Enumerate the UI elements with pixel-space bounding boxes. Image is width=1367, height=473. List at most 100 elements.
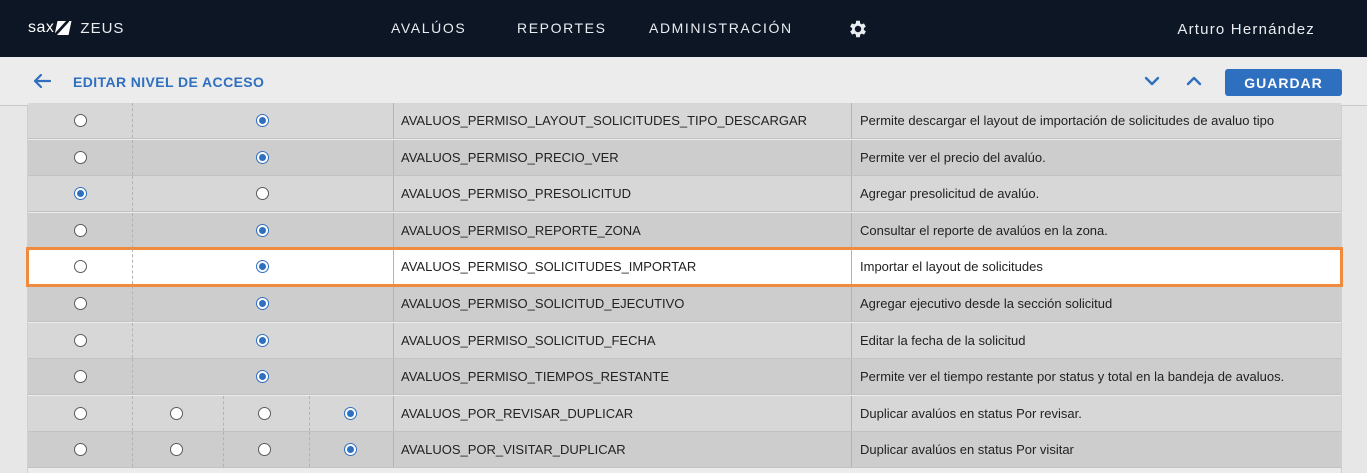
- nav-item-administracion[interactable]: ADMINISTRACIÓN: [649, 20, 793, 36]
- cell-divider: [132, 249, 133, 285]
- cell-divider: [393, 395, 394, 431]
- permission-description: Agregar ejecutivo desde la sección solic…: [860, 296, 1113, 311]
- cell-divider: [393, 139, 394, 175]
- permission-description: Importar el layout de solicitudes: [860, 259, 1043, 275]
- table-row: AVALUOS_PERMISO_SOLICITUD_FECHA Editar la…: [28, 322, 1341, 359]
- top-navigation-bar: sax ZEUS AVALÚOS REPORTES ADMINISTRACIÓN…: [0, 0, 1367, 57]
- permission-key: AVALUOS_PERMISO_LAYOUT_SOLICITUDES_TIPO_…: [401, 113, 808, 128]
- cell-divider: [393, 322, 394, 358]
- access-level-radio[interactable]: [74, 406, 87, 420]
- access-level-radio[interactable]: [256, 370, 269, 384]
- table-row: AVALUOS_PERMISO_REPORTE_ZONA Consultar el…: [28, 212, 1341, 249]
- cell-divider: [851, 432, 852, 468]
- cell-divider: [132, 212, 133, 248]
- permission-key: AVALUOS_PERMISO_PRESOLICITUD: [401, 186, 631, 202]
- table-row: AVALUOS_POR_REVISAR_DUPLICAR Duplicar ava…: [28, 395, 1341, 432]
- table-row: AVALUOS_PERMISO_TIEMPOS_RESTANTE Permite …: [28, 359, 1341, 396]
- permission-description: Consultar el reporte de avalúos en la zo…: [860, 222, 1108, 238]
- table-row: AVALUOS_PERMISO_PRESOLICITUD Agregar pres…: [28, 176, 1341, 213]
- access-level-radio[interactable]: [74, 370, 87, 384]
- gear-icon[interactable]: [847, 18, 869, 40]
- cell-divider: [132, 286, 133, 321]
- cell-divider: [132, 176, 133, 212]
- cell-divider: [393, 176, 394, 212]
- cell-divider: [309, 432, 310, 468]
- access-level-radio[interactable]: [74, 297, 87, 310]
- permission-key: AVALUOS_PERMISO_SOLICITUDES_IMPORTAR: [401, 259, 697, 275]
- save-button[interactable]: GUARDAR: [1225, 69, 1342, 96]
- permission-description: Duplicar avalúos en status Por visitar: [860, 442, 1074, 458]
- access-level-radio[interactable]: [74, 333, 87, 347]
- permission-description: Permite ver el tiempo restante por statu…: [860, 369, 1285, 385]
- access-level-radio[interactable]: [256, 333, 269, 347]
- permission-key: AVALUOS_POR_REVISAR_DUPLICAR: [401, 405, 634, 421]
- access-level-radio[interactable]: [170, 406, 183, 420]
- access-level-radio[interactable]: [344, 443, 357, 457]
- access-level-radio[interactable]: [74, 187, 87, 201]
- permission-description: Agregar presolicitud de avalúo.: [860, 186, 1040, 202]
- cell-divider: [393, 359, 394, 395]
- cell-divider: [393, 286, 394, 321]
- cell-divider: [393, 432, 394, 468]
- access-level-radio[interactable]: [258, 406, 271, 420]
- access-level-radio[interactable]: [258, 443, 271, 457]
- access-level-radio[interactable]: [256, 297, 269, 310]
- permission-description: Permite ver el precio del avalúo.: [860, 149, 1046, 165]
- access-level-radio[interactable]: [74, 114, 87, 127]
- permission-description: Duplicar avalúos en status Por revisar.: [860, 405, 1082, 421]
- user-name[interactable]: Arturo Hernández: [1177, 21, 1315, 38]
- access-level-radio[interactable]: [256, 114, 269, 127]
- table-row: AVALUOS_PERMISO_PRECIO_VER Permite ver el…: [28, 139, 1341, 176]
- access-level-radio[interactable]: [256, 187, 269, 201]
- permission-description: Permite descargar el layout de importaci…: [860, 113, 1275, 128]
- cell-divider: [132, 322, 133, 358]
- access-level-radio[interactable]: [74, 150, 87, 164]
- cell-divider: [393, 103, 394, 138]
- page-header: EDITAR NIVEL DE ACCESO GUARDAR: [0, 57, 1367, 106]
- table-row: AVALUOS_PERMISO_LAYOUT_SOLICITUDES_TIPO_…: [28, 103, 1341, 139]
- cell-divider: [132, 432, 133, 468]
- chevron-down-icon[interactable]: [1143, 72, 1161, 90]
- cell-divider: [309, 395, 310, 431]
- access-level-radio[interactable]: [344, 406, 357, 420]
- permission-key: AVALUOS_PERMISO_REPORTE_ZONA: [401, 222, 641, 238]
- nav-item-avaluos[interactable]: AVALÚOS: [391, 20, 466, 36]
- cell-divider: [851, 322, 852, 358]
- cell-divider: [851, 359, 852, 395]
- brand[interactable]: sax ZEUS: [28, 19, 124, 37]
- table-row: AVALUOS_PERMISO_SOLICITUD_EJECUTIVO Agreg…: [28, 286, 1341, 322]
- cell-divider: [851, 286, 852, 321]
- cell-divider: [132, 395, 133, 431]
- arrow-left-icon[interactable]: [32, 71, 52, 91]
- cell-divider: [132, 139, 133, 175]
- access-level-radio[interactable]: [256, 150, 269, 164]
- access-level-radio[interactable]: [74, 443, 87, 457]
- cell-divider: [223, 395, 224, 431]
- table-row: AVALUOS_PERMISO_SOLICITUDES_IMPORTAR Impo…: [26, 247, 1343, 288]
- cell-divider: [851, 176, 852, 212]
- brand-logo-text: sax: [28, 19, 55, 36]
- cell-divider: [851, 139, 852, 175]
- nav-item-reportes[interactable]: REPORTES: [517, 20, 607, 36]
- permission-key: AVALUOS_POR_VISITAR_DUPLICAR: [401, 442, 626, 458]
- cell-divider: [393, 212, 394, 248]
- page-title: EDITAR NIVEL DE ACCESO: [73, 74, 265, 90]
- table-right-rail: [1341, 106, 1367, 473]
- permission-description: Editar la fecha de la solicitud: [860, 332, 1026, 348]
- access-level-radio[interactable]: [256, 223, 269, 237]
- table-row: AVALUOS_POR_VISITAR_DUPLICAR Duplicar ava…: [28, 432, 1341, 469]
- access-level-radio[interactable]: [74, 260, 87, 274]
- permission-key: AVALUOS_PERMISO_SOLICITUD_EJECUTIVO: [401, 296, 685, 311]
- chevron-up-icon[interactable]: [1185, 72, 1203, 90]
- cell-divider: [851, 249, 852, 285]
- access-level-radio[interactable]: [74, 223, 87, 237]
- cell-divider: [223, 432, 224, 468]
- cell-divider: [132, 103, 133, 138]
- permission-key: AVALUOS_PERMISO_PRECIO_VER: [401, 149, 619, 165]
- access-level-radio[interactable]: [170, 443, 183, 457]
- permission-key: AVALUOS_PERMISO_SOLICITUD_FECHA: [401, 332, 656, 348]
- brand-name: ZEUS: [80, 19, 125, 37]
- brand-logo: sax: [28, 19, 72, 37]
- cell-divider: [851, 212, 852, 248]
- access-level-radio[interactable]: [256, 260, 269, 274]
